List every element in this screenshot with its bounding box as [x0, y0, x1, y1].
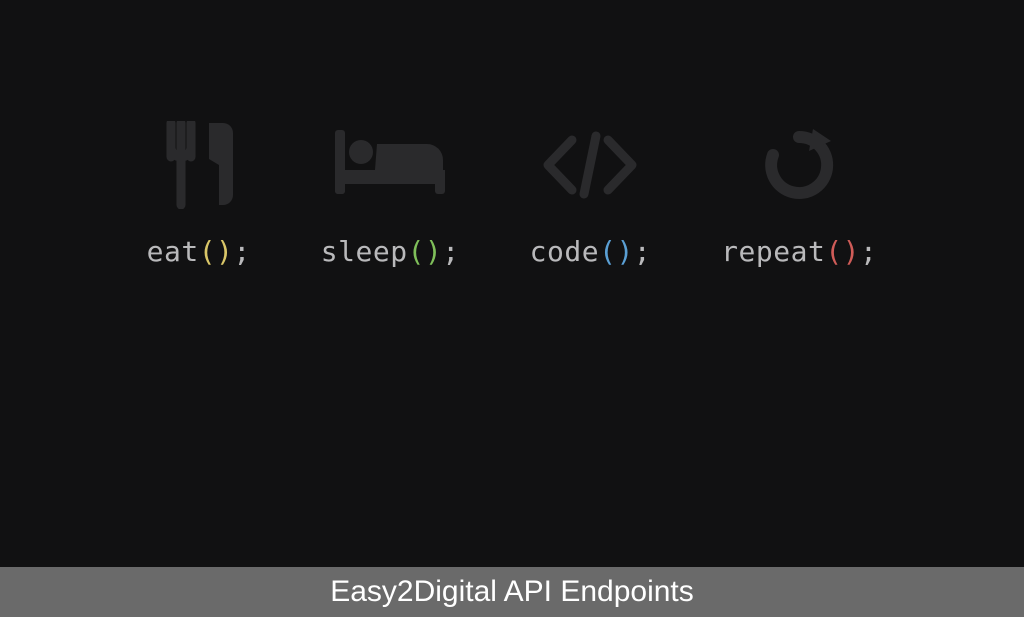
paren-close: ) — [216, 235, 233, 268]
semicolon: ; — [233, 235, 250, 268]
paren-close: ) — [425, 235, 442, 268]
item-eat: eat(); — [147, 120, 251, 268]
paren-open: ( — [599, 235, 616, 268]
paren-close: ) — [843, 235, 860, 268]
paren-open: ( — [825, 235, 842, 268]
paren-open: ( — [199, 235, 216, 268]
word: code — [530, 235, 599, 268]
utensils-icon — [163, 120, 235, 210]
bed-icon — [335, 120, 445, 210]
item-code: code(); — [530, 120, 652, 268]
semicolon: ; — [634, 235, 651, 268]
code-icon — [540, 120, 640, 210]
footer-bar: Easy2Digital API Endpoints — [0, 567, 1024, 617]
label-sleep: sleep(); — [321, 235, 460, 268]
word: sleep — [321, 235, 408, 268]
paren-close: ) — [616, 235, 633, 268]
label-eat: eat(); — [147, 235, 251, 268]
paren-open: ( — [408, 235, 425, 268]
semicolon: ; — [860, 235, 877, 268]
label-code: code(); — [530, 235, 652, 268]
icon-row: eat(); sleep(); code(); — [0, 0, 1024, 268]
word: repeat — [721, 235, 825, 268]
semicolon: ; — [442, 235, 459, 268]
item-repeat: repeat(); — [721, 120, 877, 268]
word: eat — [147, 235, 199, 268]
repeat-icon — [759, 120, 839, 210]
footer-title: Easy2Digital API Endpoints — [330, 575, 694, 609]
label-repeat: repeat(); — [721, 235, 877, 268]
item-sleep: sleep(); — [321, 120, 460, 268]
